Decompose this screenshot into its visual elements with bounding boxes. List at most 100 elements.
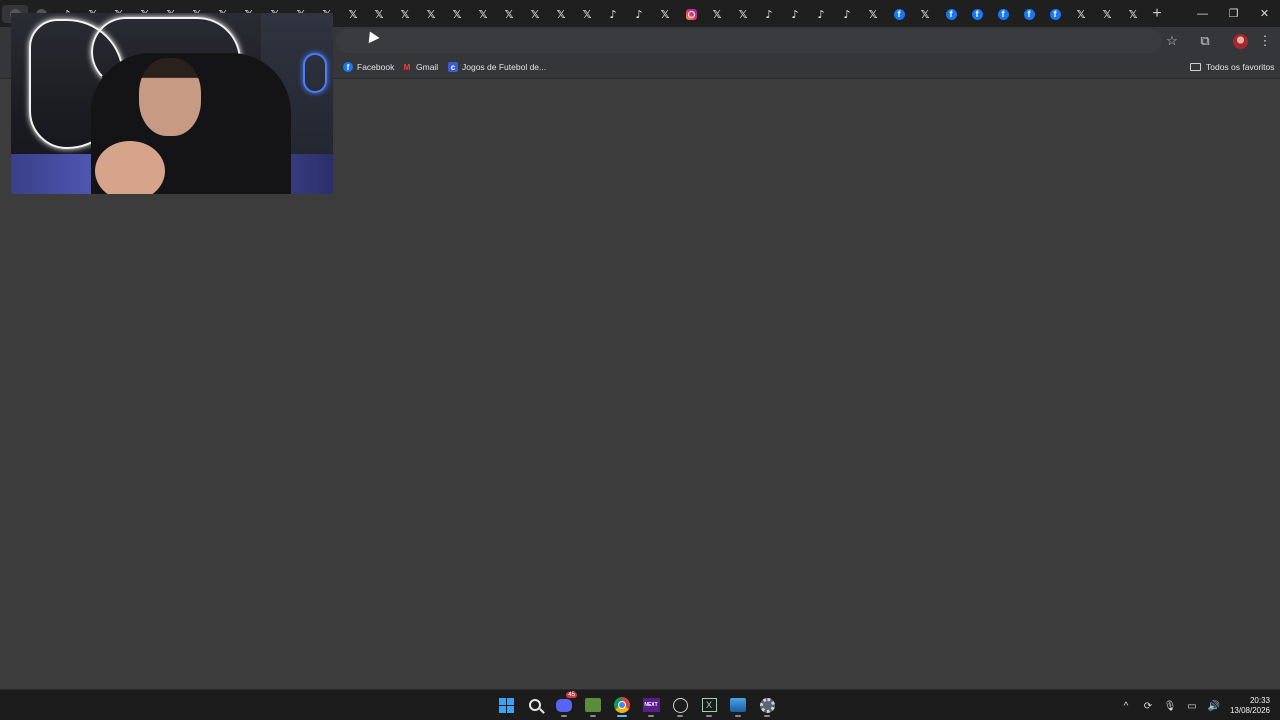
tab[interactable]: f <box>964 5 990 23</box>
x-icon: 𝕏 <box>374 7 384 21</box>
person-head <box>139 58 201 136</box>
tiktok-icon: ♪ <box>791 7 799 21</box>
tab[interactable]: f <box>886 5 912 23</box>
facebook-icon: f <box>971 8 983 20</box>
tab[interactable]: 𝕏 <box>340 5 366 23</box>
tab[interactable]: 𝕏 <box>418 5 444 23</box>
clock[interactable]: 20:33 13/08/2026 <box>1230 696 1270 716</box>
all-bookmarks-button[interactable]: Todos os favoritos <box>1190 59 1275 75</box>
network-icon[interactable]: ▭ <box>1186 700 1198 712</box>
tab[interactable]: 𝕏 <box>496 5 522 23</box>
x-icon: 𝕏 <box>348 7 358 21</box>
taskbar: 45 NEXT X ^ ⟳ 🎙 ▭ 🔊 20:33 13/08/2026 <box>0 689 1280 720</box>
games-icon: c <box>448 62 458 72</box>
tiktok-icon: ♪ <box>765 7 773 21</box>
x-icon: 𝕏 <box>530 7 540 21</box>
bookmark-star-icon[interactable]: ☆ <box>1163 32 1181 50</box>
bookmark-games[interactable]: c Jogos de Futebol de... <box>448 59 546 75</box>
x-icon: 𝕏 <box>478 7 488 21</box>
bookmark-facebook[interactable]: f Facebook <box>343 59 394 75</box>
new-tab-button[interactable]: + <box>1146 5 1168 23</box>
next-app[interactable]: NEXT <box>641 694 661 717</box>
x-icon: 𝕏 <box>504 7 514 21</box>
facebook-icon: f <box>997 8 1009 20</box>
tab[interactable]: 𝕏 <box>1120 5 1146 23</box>
tab[interactable]: 𝕏 <box>392 5 418 23</box>
tab[interactable] <box>678 5 704 23</box>
tab[interactable]: 𝕏 <box>1068 5 1094 23</box>
tab[interactable]: 𝕏 <box>730 5 756 23</box>
tiktok-icon: ♪ <box>817 7 825 21</box>
instagram-icon <box>685 8 697 20</box>
system-tray: ^ ⟳ 🎙 ▭ 🔊 20:33 13/08/2026 <box>1120 694 1270 718</box>
minimize-button[interactable]: — <box>1187 0 1218 27</box>
tab[interactable]: 𝕏 <box>470 5 496 23</box>
obs-app[interactable] <box>670 694 690 717</box>
discord-app[interactable]: 45 <box>554 692 577 717</box>
sync-icon[interactable]: ⟳ <box>1142 700 1154 712</box>
nvidia-app[interactable] <box>583 694 603 717</box>
microphone-icon[interactable]: 🎙 <box>1164 700 1177 712</box>
tab[interactable]: ♪ <box>756 5 782 23</box>
tab[interactable]: 𝕏 <box>574 5 600 23</box>
clock-date: 13/08/2026 <box>1229 706 1270 715</box>
tab[interactable]: ♪ <box>600 5 626 23</box>
bookmark-label: Gmail <box>416 62 439 72</box>
show-hidden-icons-chevron-icon[interactable]: ^ <box>1120 700 1132 712</box>
facebook-icon: f <box>343 62 353 72</box>
close-button[interactable]: ✕ <box>1249 0 1280 27</box>
running-indicator <box>764 715 770 717</box>
menu-icon[interactable]: ⋮ <box>1256 32 1274 50</box>
start-button[interactable] <box>496 694 516 716</box>
chrome-app[interactable] <box>612 694 632 717</box>
x-icon: 𝕏 <box>1076 7 1086 21</box>
tiktok-icon: ♪ <box>843 7 851 21</box>
excel-icon: X <box>701 698 717 712</box>
running-indicator <box>561 715 567 717</box>
window-controls: — ❐ ✕ <box>1187 0 1280 27</box>
person-knee <box>95 141 165 194</box>
x-icon: 𝕏 <box>556 7 566 21</box>
excel-app[interactable]: X <box>699 694 719 717</box>
tab[interactable]: f <box>990 5 1016 23</box>
bookmark-gmail[interactable]: M Gmail <box>402 59 439 75</box>
x-icon: 𝕏 <box>426 7 436 21</box>
tab[interactable]: f <box>1016 5 1042 23</box>
x-icon: 𝕏 <box>1102 7 1112 21</box>
tab[interactable]: ♪ <box>782 5 808 23</box>
tab[interactable]: 𝕏 <box>522 5 548 23</box>
tab[interactable]: 𝕏 <box>704 5 730 23</box>
settings-app[interactable] <box>757 694 777 717</box>
running-indicator <box>590 715 596 717</box>
tab[interactable]: 𝕏 <box>444 5 470 23</box>
tab[interactable]: ♪ <box>808 5 834 23</box>
search-button[interactable] <box>525 694 545 716</box>
facebook-icon: f <box>893 8 905 20</box>
all-bookmarks-label: Todos os favoritos <box>1206 62 1275 72</box>
taskbar-apps: 45 NEXT X <box>496 692 777 718</box>
running-indicator <box>677 715 683 717</box>
webcam-overlay <box>11 13 333 194</box>
profile-avatar[interactable] <box>1233 34 1248 49</box>
tab[interactable]: ♪ <box>834 5 860 23</box>
chrome-icon <box>614 697 630 713</box>
photos-app[interactable] <box>728 694 748 717</box>
tab[interactable]: f <box>938 5 964 23</box>
nvidia-icon <box>585 698 601 712</box>
tab[interactable]: 𝕏 <box>652 5 678 23</box>
volume-icon[interactable]: 🔊 <box>1208 700 1220 712</box>
tab[interactable]: 𝕏 <box>548 5 574 23</box>
extensions-icon[interactable]: ⧉ <box>1196 32 1214 50</box>
tab[interactable]: 𝕏 <box>1094 5 1120 23</box>
obs-icon <box>672 697 688 713</box>
tab[interactable]: 𝕏 <box>860 5 886 23</box>
discord-icon <box>556 698 572 712</box>
windows-icon <box>498 697 514 713</box>
tab[interactable]: 𝕏 <box>912 5 938 23</box>
tab[interactable]: 𝕏 <box>366 5 392 23</box>
x-icon: 𝕏 <box>868 7 878 21</box>
tab[interactable]: f <box>1042 5 1068 23</box>
tab[interactable]: ♪ <box>626 5 652 23</box>
address-bar[interactable] <box>336 29 1162 53</box>
restore-button[interactable]: ❐ <box>1218 0 1249 27</box>
